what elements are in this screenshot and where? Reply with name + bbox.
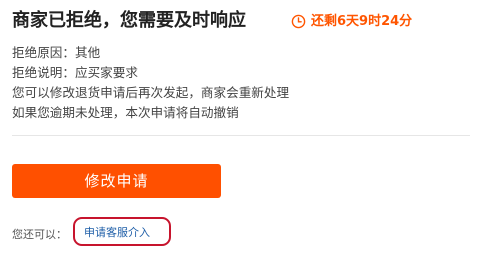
refusal-reason: 拒绝原因：其他 <box>12 45 101 60</box>
service-intervention-highlight: 申请客服介入 <box>73 217 171 246</box>
modify-application-button[interactable]: 修改申请 <box>12 164 221 198</box>
refusal-details: 拒绝原因：其他 拒绝说明：应买家要求 您可以修改退货申请后再次发起，商家会重新处… <box>12 43 472 123</box>
resubmit-hint: 您可以修改退货申请后再次发起，商家会重新处理 <box>12 85 290 100</box>
request-service-intervention-link[interactable]: 申请客服介入 <box>84 225 150 240</box>
also-label: 您还可以： <box>12 228 67 241</box>
countdown-text: 还剩6天9时24分 <box>311 14 413 29</box>
auto-cancel-hint: 如果您逾期未处理，本次申请将自动撤销 <box>12 105 239 120</box>
status-header: 商家已拒绝，您需要及时响应 还剩6天9时24分 <box>12 9 472 35</box>
divider <box>12 135 470 136</box>
refusal-explanation: 拒绝说明：应买家要求 <box>12 65 138 80</box>
page-title: 商家已拒绝，您需要及时响应 <box>12 10 246 31</box>
clock-icon <box>291 14 306 29</box>
